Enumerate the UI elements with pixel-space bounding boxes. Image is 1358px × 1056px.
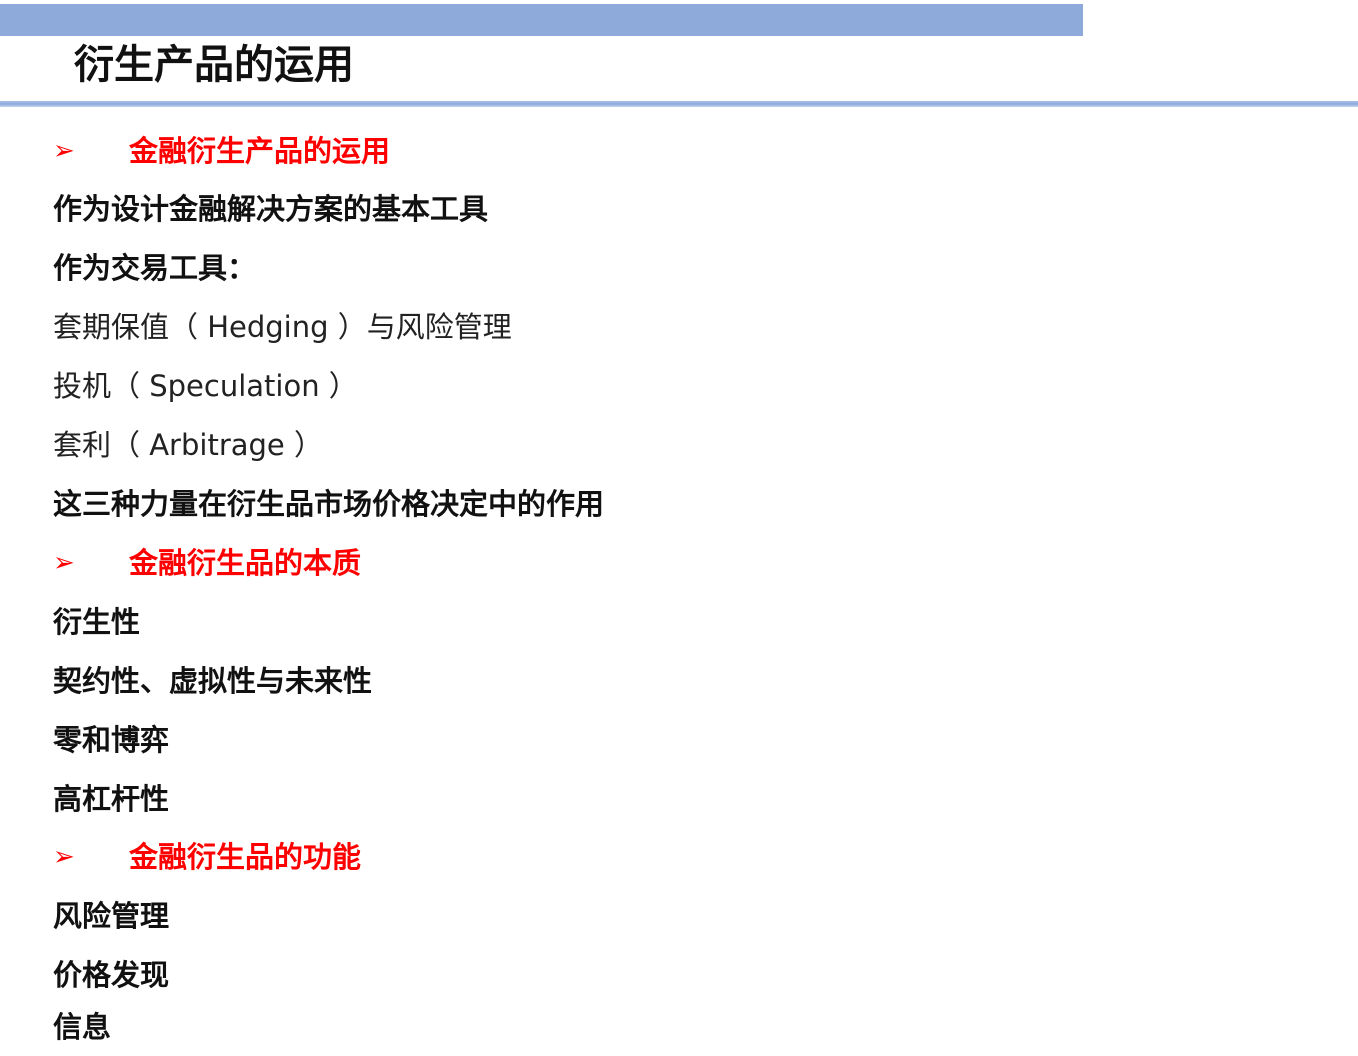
arrowhead-bullet-icon: ➢: [53, 842, 75, 872]
slide-title: 衍生产品的运用: [74, 42, 354, 88]
list-item: 套期保值（ Hedging ）与风险管理: [53, 310, 512, 344]
list-item: 价格发现: [53, 958, 170, 992]
title-divider: [0, 101, 1358, 107]
list-item: 套利（ Arbitrage ）: [53, 428, 323, 462]
list-item: 投机（ Speculation ）: [53, 369, 358, 403]
list-item: 衍生性: [53, 605, 141, 639]
section-heading-text: 金融衍生品的本质: [129, 546, 362, 580]
list-item: 契约性、虚拟性与未来性: [53, 664, 373, 698]
title-band: [0, 4, 1083, 36]
list-item: 作为交易工具：: [53, 251, 257, 285]
section-heading-text: 金融衍生产品的运用: [129, 134, 391, 168]
section-heading-text: 金融衍生品的功能: [129, 840, 362, 874]
arrowhead-bullet-icon: ➢: [53, 136, 75, 166]
list-item: 零和博弈: [53, 723, 170, 757]
list-item: 高杠杆性: [53, 782, 170, 816]
section-heading: ➢ 金融衍生品的本质: [53, 534, 361, 592]
list-item: 作为设计金融解决方案的基本工具: [53, 192, 489, 226]
list-item: 风险管理: [53, 899, 170, 933]
list-item: 这三种力量在衍生品市场价格决定中的作用: [53, 487, 605, 521]
section-heading: ➢ 金融衍生产品的运用: [53, 122, 390, 180]
section-heading: ➢ 金融衍生品的功能: [53, 828, 361, 886]
list-item: 信息: [53, 1010, 112, 1044]
arrowhead-bullet-icon: ➢: [53, 548, 75, 578]
